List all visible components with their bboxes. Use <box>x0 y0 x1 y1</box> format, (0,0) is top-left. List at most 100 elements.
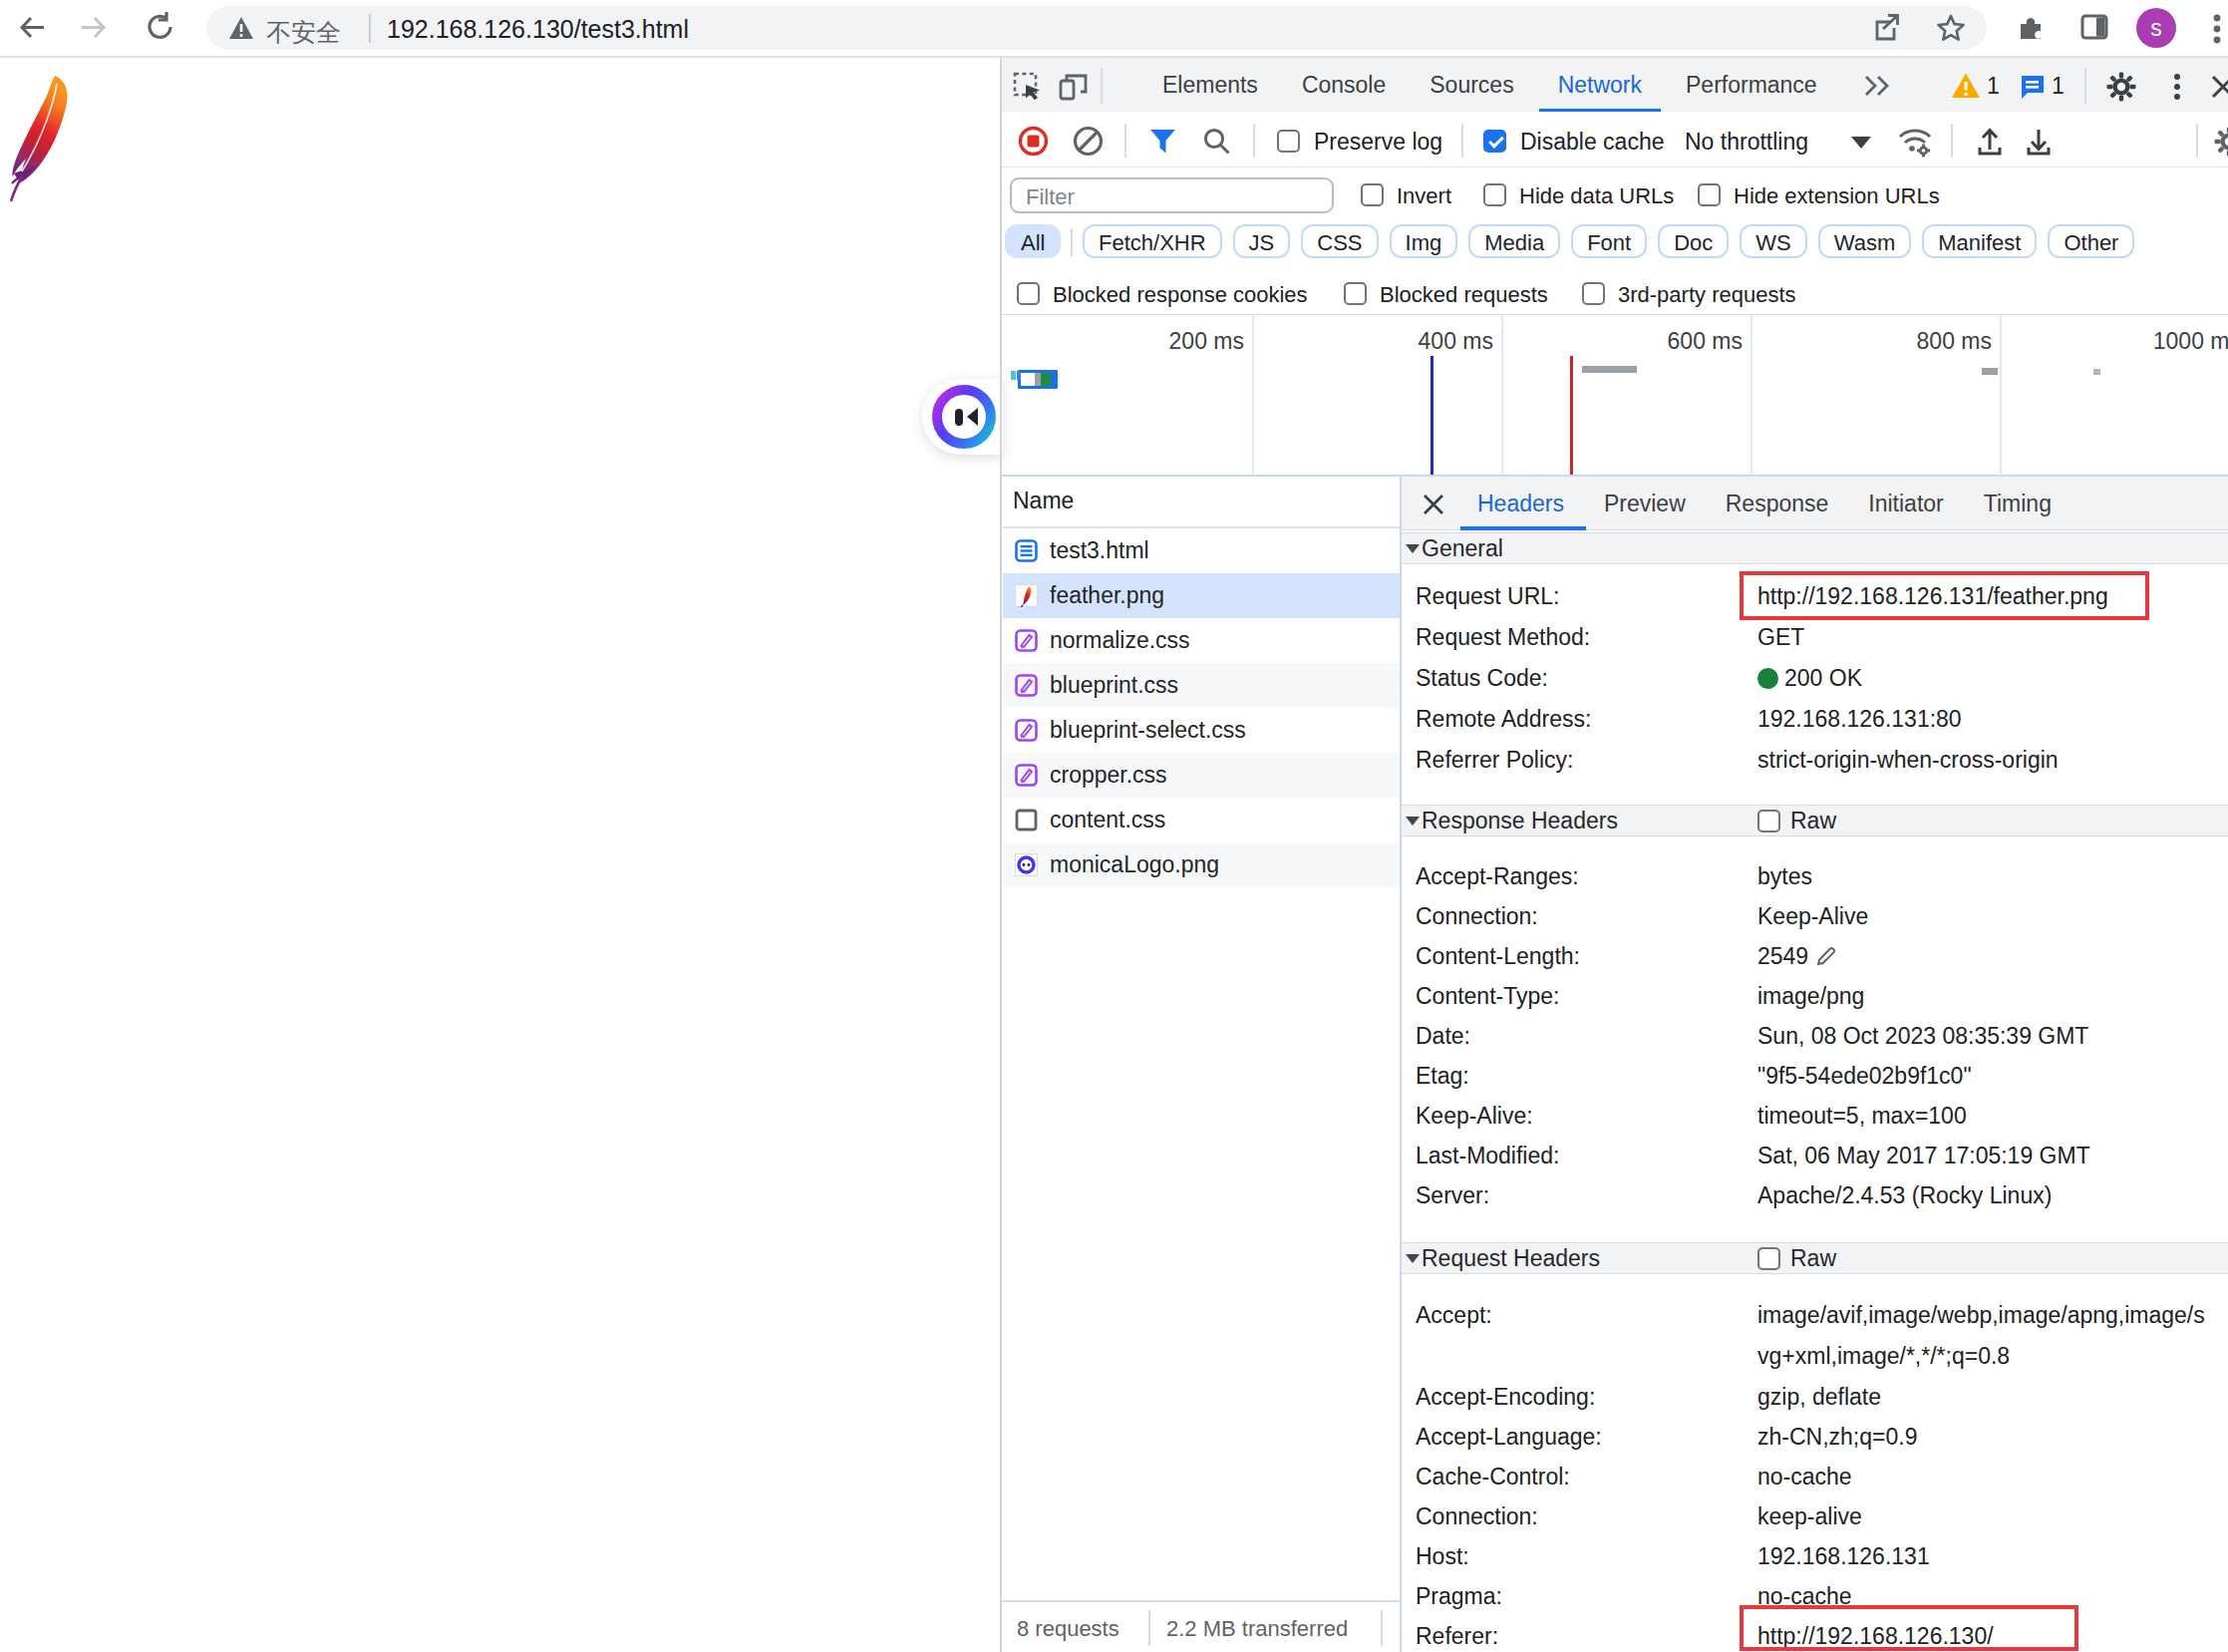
console-message-count[interactable]: 1 <box>2052 75 2065 98</box>
hide-extension-urls-checkbox[interactable] <box>1698 183 1721 206</box>
css-file-icon <box>1015 674 1038 697</box>
request-row-normalize.css[interactable]: normalize.css <box>1003 618 1400 663</box>
export-har-icon[interactable] <box>2024 126 2054 157</box>
filter-chip-all[interactable]: All <box>1005 224 1061 258</box>
import-har-icon[interactable] <box>1975 126 2005 157</box>
filter-chip-other[interactable]: Other <box>2048 224 2134 258</box>
back-icon[interactable] <box>16 11 49 44</box>
blocked-requests-checkbox[interactable] <box>1344 282 1367 305</box>
search-icon[interactable] <box>1202 127 1231 156</box>
raw-toggle-checkbox[interactable] <box>1757 1247 1780 1270</box>
devtools-tab-network[interactable]: Network <box>1536 58 1664 112</box>
raw-toggle-label[interactable]: Raw <box>1790 1243 1836 1273</box>
request-row-monicaLogo.png[interactable]: monicaLogo.png <box>1003 842 1400 887</box>
network-settings-gear-icon[interactable] <box>2213 126 2228 158</box>
close-detail-icon[interactable] <box>1423 494 1444 515</box>
bookmark-star-icon[interactable] <box>1935 12 1967 44</box>
detail-tab-response[interactable]: Response <box>1706 477 1849 530</box>
requests-table-header[interactable]: Name <box>1003 477 1400 528</box>
filter-chip-font[interactable]: Font <box>1571 224 1647 258</box>
throttling-dropdown-arrow-icon[interactable] <box>1851 137 1871 149</box>
clear-network-log-icon[interactable] <box>1073 126 1104 157</box>
filter-chip-media[interactable]: Media <box>1468 224 1560 258</box>
raw-toggle-label[interactable]: Raw <box>1790 806 1836 835</box>
request-row-test3.html[interactable]: test3.html <box>1003 528 1400 573</box>
filter-chip-fetch-xhr[interactable]: Fetch/XHR <box>1083 224 1222 258</box>
header-value: Sat, 06 May 2017 17:05:19 GMT <box>1757 1136 2218 1175</box>
filter-chip-ws[interactable]: WS <box>1740 224 1806 258</box>
section-header-response-headers[interactable]: Response HeadersRaw <box>1402 805 2228 836</box>
preserve-log-label[interactable]: Preserve log <box>1314 131 1442 154</box>
disclosure-triangle-icon[interactable] <box>1406 817 1420 826</box>
third-party-requests-checkbox[interactable] <box>1582 282 1605 305</box>
devtools-tab-sources[interactable]: Sources <box>1408 58 1535 112</box>
blocked-response-cookies-label[interactable]: Blocked response cookies <box>1053 283 1308 306</box>
blocked-requests-label[interactable]: Blocked requests <box>1380 283 1548 306</box>
hide-extension-urls-label[interactable]: Hide extension URLs <box>1734 184 1940 207</box>
section-header-general[interactable]: General <box>1402 532 2228 564</box>
share-icon[interactable] <box>1870 12 1902 44</box>
request-row-blueprint.css[interactable]: blueprint.css <box>1003 663 1400 708</box>
security-label[interactable]: 不安全 <box>266 16 341 49</box>
header-key: Referrer Policy: <box>1416 740 1573 781</box>
invert-checkbox[interactable] <box>1361 183 1384 206</box>
invert-label[interactable]: Invert <box>1397 184 1451 207</box>
filter-chip-manifest[interactable]: Manifest <box>1922 224 2037 258</box>
filter-chip-js[interactable]: JS <box>1233 224 1291 258</box>
name-column-header[interactable]: Name <box>1013 488 1400 514</box>
devtools-menu-icon[interactable] <box>2172 73 2182 101</box>
section-header-request-headers[interactable]: Request HeadersRaw <box>1402 1242 2228 1274</box>
hide-data-urls-checkbox[interactable] <box>1483 183 1506 206</box>
device-toolbar-icon[interactable] <box>1058 72 1088 102</box>
disclosure-triangle-icon[interactable] <box>1406 544 1420 553</box>
profile-avatar[interactable]: s <box>2136 8 2176 48</box>
side-panel-icon[interactable] <box>2079 12 2109 42</box>
request-row-cropper.css[interactable]: cropper.css <box>1003 753 1400 798</box>
throttling-select[interactable]: No throttling <box>1685 131 1808 154</box>
header-value: image/avif,image/webp,image/apng,image/s… <box>1757 1295 2218 1377</box>
filter-chip-doc[interactable]: Doc <box>1658 224 1729 258</box>
issues-warning-count[interactable]: 1 <box>1987 75 2000 98</box>
browser-menu-icon[interactable] <box>2212 13 2222 45</box>
filter-input[interactable]: Filter <box>1010 177 1334 213</box>
url-text[interactable]: 192.168.126.130/test3.html <box>387 15 689 44</box>
filter-chip-wasm[interactable]: Wasm <box>1818 224 1912 258</box>
extensions-puzzle-icon[interactable] <box>2015 11 2047 43</box>
disable-cache-label[interactable]: Disable cache <box>1520 131 1664 154</box>
detail-tab-initiator[interactable]: Initiator <box>1848 477 1963 530</box>
console-message-icon[interactable] <box>2019 73 2047 101</box>
devtools-left-border[interactable] <box>1000 58 1002 1652</box>
network-conditions-icon[interactable] <box>1897 126 1934 158</box>
reload-icon[interactable] <box>144 10 177 44</box>
request-row-content.css[interactable]: content.css <box>1003 798 1400 842</box>
devtools-settings-gear-icon[interactable] <box>2105 71 2137 103</box>
not-secure-warning-icon[interactable] <box>227 14 255 42</box>
preserve-log-checkbox[interactable] <box>1277 130 1300 153</box>
third-party-requests-label[interactable]: 3rd-party requests <box>1618 283 1796 306</box>
record-network-log-icon[interactable] <box>1018 126 1049 157</box>
devtools-tab-elements[interactable]: Elements <box>1140 58 1280 112</box>
devtools-close-icon[interactable] <box>2211 75 2228 99</box>
disable-cache-checkbox[interactable] <box>1483 130 1506 153</box>
detail-tab-preview[interactable]: Preview <box>1584 477 1706 530</box>
request-row-feather.png[interactable]: feather.png <box>1003 573 1400 618</box>
request-row-blueprint-select.css[interactable]: blueprint-select.css <box>1003 708 1400 753</box>
forward-icon[interactable] <box>77 11 110 44</box>
filter-funnel-icon[interactable] <box>1148 127 1177 156</box>
blocked-response-cookies-checkbox[interactable] <box>1017 282 1040 305</box>
inspect-element-icon[interactable] <box>1013 72 1043 102</box>
raw-toggle-checkbox[interactable] <box>1757 810 1780 832</box>
filter-chip-img[interactable]: Img <box>1390 224 1458 258</box>
devtools-tab-console[interactable]: Console <box>1280 58 1408 112</box>
issues-warning-icon[interactable] <box>1951 72 1981 100</box>
devtools-tab-performance[interactable]: Performance <box>1664 58 1839 112</box>
hide-data-urls-label[interactable]: Hide data URLs <box>1519 184 1674 207</box>
assistant-logo-icon <box>931 384 997 450</box>
filter-chip-css[interactable]: CSS <box>1301 224 1378 258</box>
detail-tab-timing[interactable]: Timing <box>1964 477 2071 530</box>
detail-tab-headers[interactable]: Headers <box>1457 477 1584 530</box>
assistant-floating-button[interactable] <box>922 379 1003 455</box>
disclosure-triangle-icon[interactable] <box>1406 1254 1420 1263</box>
more-tabs-icon[interactable] <box>1862 74 1896 98</box>
detail-tabs: HeadersPreviewResponseInitiatorTiming <box>1457 477 2071 530</box>
